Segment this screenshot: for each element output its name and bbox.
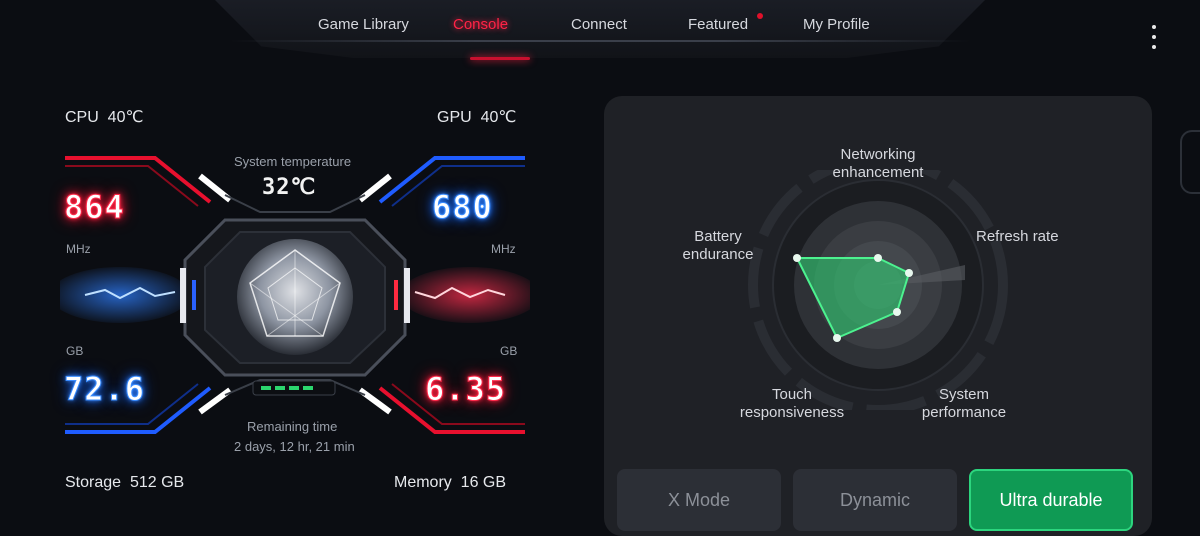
storage-total: Storage 512 GB — [65, 474, 185, 491]
radar-label-touch-responsiveness: Touch responsiveness — [739, 386, 845, 421]
system-temp-value: 32℃ — [262, 175, 317, 200]
tab-my-profile[interactable]: My Profile — [803, 16, 870, 33]
radar-label-networking: Networking enhancement — [832, 146, 924, 181]
more-options-icon[interactable] — [1148, 25, 1160, 49]
gpu-frequency-unit: MHz — [491, 242, 516, 256]
tab-console[interactable]: Console — [453, 16, 508, 33]
system-temp-label: System temperature — [234, 154, 352, 169]
radar-label-system-performance: System performance — [921, 386, 1007, 421]
radar-point-touch — [833, 334, 841, 342]
radar-point-networking — [874, 254, 882, 262]
radar-label-refresh-rate: Refresh rate — [976, 228, 1059, 245]
ultra-durable-mode-button[interactable]: Ultra durable — [969, 469, 1133, 531]
tab-game-library[interactable]: Game Library — [318, 16, 409, 33]
radar-point-battery — [793, 254, 801, 262]
remaining-time-label: Remaining time — [247, 419, 338, 434]
storage-used: 72.6 — [63, 370, 146, 409]
nav-divider — [230, 40, 970, 42]
cpu-frequency: 864 — [64, 188, 125, 227]
side-drawer-handle[interactable] — [1180, 130, 1200, 194]
memory-used: 6.35 — [424, 370, 507, 409]
radar-label-battery-endurance: Battery endurance — [682, 228, 754, 263]
x-mode-button[interactable]: X Mode — [617, 469, 781, 531]
memory-total: Memory 16 GB — [394, 474, 507, 491]
gpu-temp-label: GPU 40℃ — [437, 109, 517, 126]
gpu-frequency: 680 — [432, 188, 493, 227]
radar-point-system — [893, 308, 901, 316]
radar-point-refresh — [905, 269, 913, 277]
memory-unit: GB — [500, 344, 518, 358]
storage-unit: GB — [66, 344, 84, 358]
performance-radar-chart — [748, 170, 1008, 410]
tab-featured[interactable]: Featured — [688, 16, 748, 33]
active-tab-indicator — [470, 57, 530, 60]
notification-dot — [757, 13, 763, 19]
tab-connect[interactable]: Connect — [571, 16, 627, 33]
cpu-frequency-unit: MHz — [66, 242, 91, 256]
remaining-time-value: 2 days, 12 hr, 21 min — [234, 439, 355, 454]
cpu-temp-label: CPU 40℃ — [65, 109, 144, 126]
dynamic-mode-button[interactable]: Dynamic — [793, 469, 957, 531]
